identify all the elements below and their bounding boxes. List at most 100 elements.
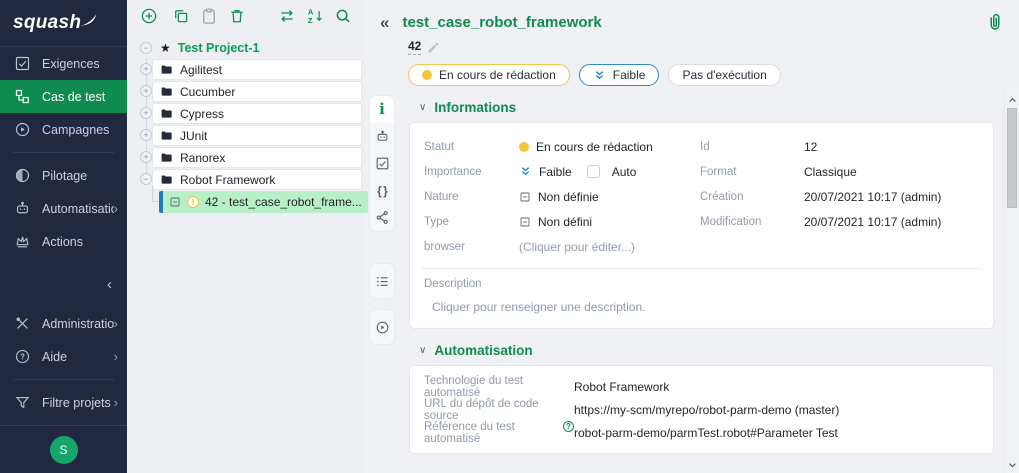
play-circle-icon xyxy=(375,320,390,335)
chevron-down-icon: ∨ xyxy=(419,103,426,113)
scroll-down-arrow[interactable] xyxy=(1005,458,1019,472)
robot-icon xyxy=(375,129,390,144)
tree-folder-agilitest[interactable]: Agilitest xyxy=(152,59,362,80)
tree-folder-robot-framework[interactable]: Robot Framework xyxy=(152,169,362,190)
field-value-reference-test[interactable]: robot-parm-demo/parmTest.robot#Parameter… xyxy=(574,426,838,440)
sidebar-collapse-button[interactable]: ‹ xyxy=(0,268,127,307)
status-pill[interactable]: En cours de rédaction xyxy=(408,64,570,86)
help-circle-icon[interactable]: ? xyxy=(563,421,574,432)
tab-group-steps xyxy=(369,263,395,299)
sidebar-item-pilotage[interactable]: Pilotage xyxy=(0,159,127,192)
info-icon: i xyxy=(379,102,385,117)
expand-node-icon[interactable]: + xyxy=(140,151,152,163)
tree-project-row[interactable]: − ★ Test Project-1 xyxy=(127,37,365,59)
chevron-left-icon: ‹ xyxy=(107,276,112,293)
field-value-statut[interactable]: En cours de rédaction xyxy=(519,140,653,154)
collapse-panel-icon[interactable]: « xyxy=(380,14,389,31)
field-value-url-depot[interactable]: https://my-scm/myrepo/robot-parm-demo (m… xyxy=(574,403,839,417)
tab-executions[interactable] xyxy=(370,310,394,344)
main-header: « test_case_robot_framework 42 En cours … xyxy=(365,0,1019,86)
help-icon: ? xyxy=(14,348,31,365)
chevron-right-icon: › xyxy=(114,316,118,331)
sidebar-item-cas-de-test[interactable]: Cas de test xyxy=(0,80,127,113)
search-icon[interactable] xyxy=(334,7,352,25)
sidebar-item-label: Administration xyxy=(42,317,114,331)
tree-folder-junit[interactable]: JUnit xyxy=(152,125,362,146)
folder-icon xyxy=(160,173,173,186)
tree-leaf-row: ! 42 - test_case_robot_frame... xyxy=(127,191,365,213)
tree-folder-row: + JUnit xyxy=(127,125,365,146)
sidebar-item-label: Filtre projets xyxy=(42,396,111,410)
expand-node-icon[interactable]: + xyxy=(140,63,152,75)
collapse-node-icon[interactable]: − xyxy=(140,42,152,54)
sidebar-item-campagnes[interactable]: Campagnes xyxy=(0,113,127,146)
field-value-nature[interactable]: Non définie xyxy=(519,190,599,204)
tab-liens[interactable] xyxy=(370,204,394,231)
expand-node-icon[interactable]: + xyxy=(140,85,152,97)
field-value-modification: 20/07/2021 10:17 (admin) xyxy=(804,215,941,229)
importance-pill[interactable]: Faible xyxy=(579,64,660,86)
campaigns-icon xyxy=(14,121,31,138)
reference-field[interactable]: 42 xyxy=(408,39,421,55)
tab-exigences-verifiees[interactable] xyxy=(370,150,394,177)
scroll-up-arrow[interactable] xyxy=(1005,93,1019,107)
tree-folder-cucumber[interactable]: Cucumber xyxy=(152,81,362,102)
svg-text:A: A xyxy=(308,8,314,17)
chevron-right-icon: › xyxy=(114,395,118,410)
sidebar-item-exigences[interactable]: Exigences xyxy=(0,47,127,80)
field-value-type[interactable]: Non défini xyxy=(519,215,592,229)
tree-folder-cypress[interactable]: Cypress xyxy=(152,103,362,124)
execution-status-pill[interactable]: Pas d'exécution xyxy=(668,64,780,86)
square-minus-icon xyxy=(519,191,531,203)
squash-logo[interactable]: squash xyxy=(0,0,127,47)
automatisation-section-header[interactable]: ∨ Automatisation xyxy=(419,343,994,358)
paste-icon[interactable] xyxy=(200,7,218,25)
test-cases-icon xyxy=(14,88,31,105)
vertical-scrollbar[interactable] xyxy=(1004,92,1019,473)
tree-folder-row: + Cucumber xyxy=(127,81,365,102)
tab-informations[interactable]: i xyxy=(370,96,394,123)
tab-automatisation[interactable] xyxy=(370,123,394,150)
auto-checkbox-label: Auto xyxy=(612,165,637,179)
page-title: test_case_robot_framework xyxy=(402,14,601,31)
sidebar-item-automatisation[interactable]: Automatisation › xyxy=(0,192,127,225)
copy-icon[interactable] xyxy=(172,7,190,25)
delete-icon[interactable] xyxy=(228,7,246,25)
attachments-paperclip-icon[interactable] xyxy=(985,11,1005,33)
field-value-importance[interactable]: Faible Auto xyxy=(519,165,636,179)
tab-plan-etapes[interactable] xyxy=(370,264,394,298)
sidebar-divider xyxy=(13,152,114,153)
vertical-tabstrip: i { } xyxy=(365,92,396,473)
collapse-node-icon[interactable]: − xyxy=(140,173,152,185)
description-placeholder[interactable]: Cliquer pour renseigner une description. xyxy=(424,300,979,314)
tools-icon xyxy=(14,315,31,332)
tree-folder-ranorex[interactable]: Ranorex xyxy=(152,147,362,168)
sort-az-icon[interactable]: AZ xyxy=(306,7,324,25)
add-icon[interactable] xyxy=(140,7,158,25)
swap-arrows-icon[interactable] xyxy=(278,7,296,25)
field-label-modification: Modification xyxy=(700,216,804,228)
sidebar: squash Exigences Cas de test Campagnes P… xyxy=(0,0,127,473)
tree-item-selected-test-case[interactable]: ! 42 - test_case_robot_frame... xyxy=(159,191,368,213)
field-label-type: Type xyxy=(424,216,519,228)
auto-checkbox[interactable] xyxy=(587,165,600,178)
project-name[interactable]: Test Project-1 xyxy=(178,41,260,55)
field-label-nature: Nature xyxy=(424,191,519,203)
sidebar-item-aide[interactable]: ? Aide › xyxy=(0,340,127,373)
tab-parametres[interactable]: { } xyxy=(370,177,394,204)
sidebar-item-actions[interactable]: Actions xyxy=(0,225,127,258)
expand-node-icon[interactable]: + xyxy=(140,107,152,119)
expand-node-icon[interactable]: + xyxy=(140,129,152,141)
sidebar-item-administration[interactable]: Administration › xyxy=(0,307,127,340)
scrollbar-thumb[interactable] xyxy=(1007,108,1017,208)
square-minus-icon xyxy=(519,216,531,228)
field-value-technologie[interactable]: Robot Framework xyxy=(574,380,669,394)
svg-text:?: ? xyxy=(20,352,25,361)
sidebar-item-filtre-projets[interactable]: Filtre projets › xyxy=(0,386,127,419)
edit-pencil-icon[interactable] xyxy=(427,41,440,54)
user-avatar[interactable]: S xyxy=(50,436,78,464)
informations-section-header[interactable]: ∨ Informations xyxy=(419,100,994,115)
folder-label: Cypress xyxy=(180,107,224,121)
folder-icon xyxy=(160,63,173,76)
field-value-browser[interactable]: (Cliquer pour éditer...) xyxy=(519,240,635,254)
